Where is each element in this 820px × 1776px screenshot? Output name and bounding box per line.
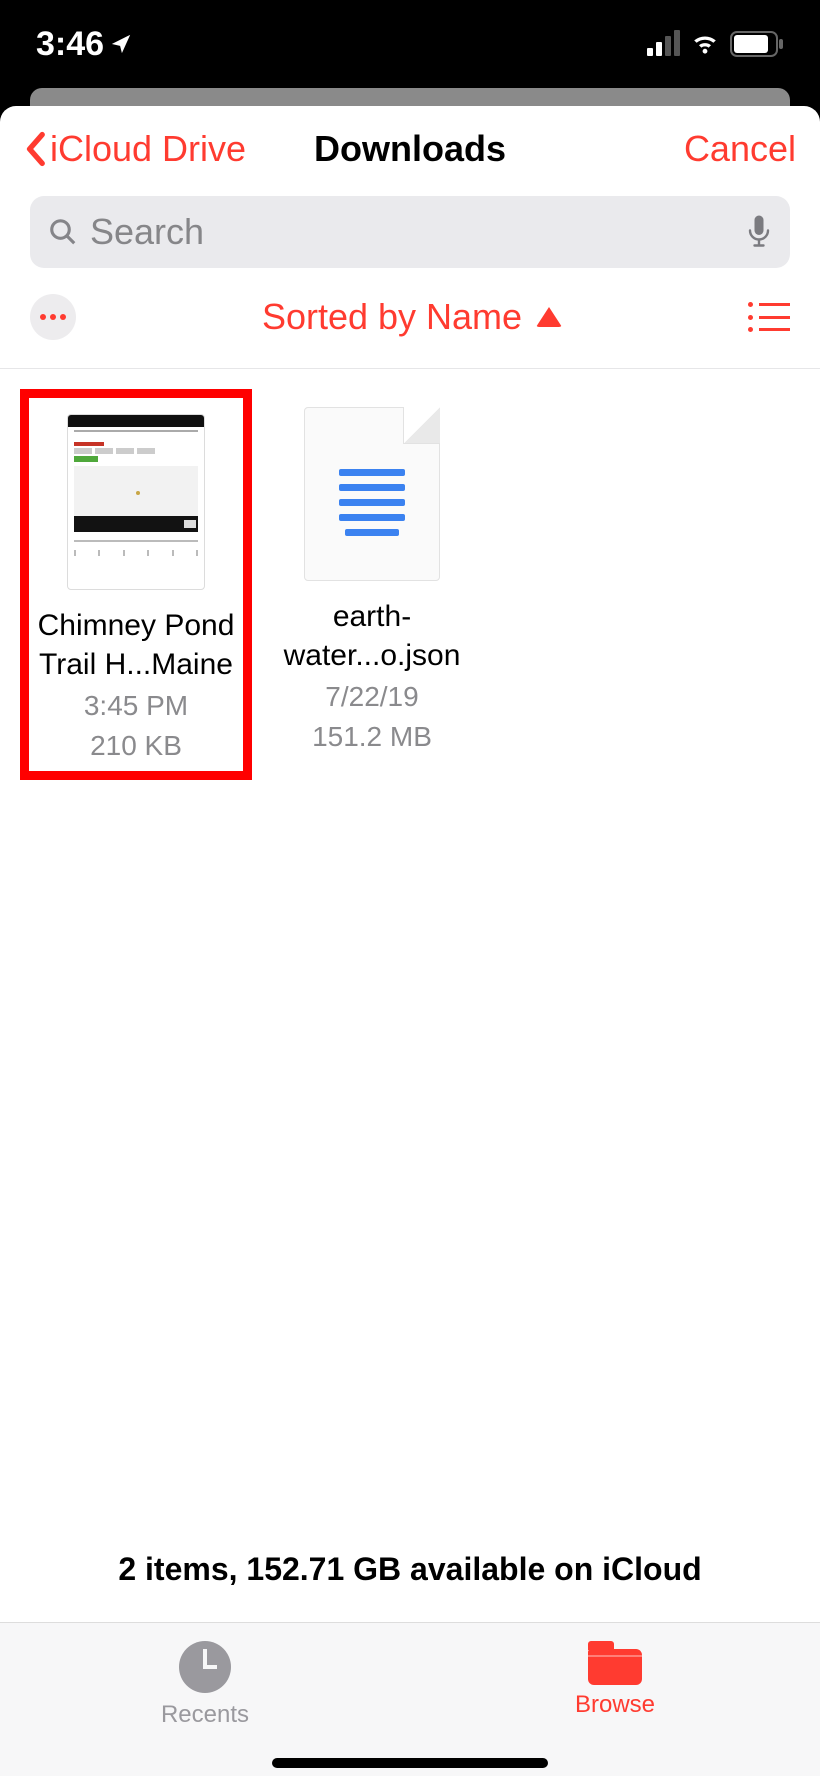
status-time: 3:46 — [36, 25, 132, 64]
file-grid: Chimney Pond Trail H...Maine 3:45 PM 210… — [0, 369, 820, 1525]
file-name: Chimney Pond Trail H...Maine — [35, 606, 237, 684]
search-icon — [48, 217, 78, 247]
status-bar: 3:46 — [0, 0, 820, 88]
file-thumbnail — [67, 414, 205, 590]
status-right — [647, 31, 784, 57]
sheet: iCloud Drive Downloads Cancel Search Sor… — [0, 106, 820, 1776]
tab-label: Recents — [161, 1701, 249, 1729]
background-card — [30, 88, 790, 106]
sort-label: Sorted by Name — [262, 296, 522, 338]
storage-summary: 2 items, 152.71 GB available on iCloud — [0, 1525, 820, 1622]
tab-label: Browse — [575, 1691, 655, 1719]
microphone-icon[interactable] — [746, 214, 772, 250]
list-view-button[interactable] — [748, 302, 790, 332]
back-button[interactable]: iCloud Drive — [24, 128, 246, 170]
nav-bar: iCloud Drive Downloads Cancel — [0, 106, 820, 188]
file-size: 151.2 MB — [262, 719, 482, 755]
location-icon — [110, 33, 132, 55]
file-item-earth-water[interactable]: earth-water...o.json 7/22/19 151.2 MB — [256, 389, 488, 762]
page-title: Downloads — [314, 128, 506, 170]
file-item-chimney-pond[interactable]: Chimney Pond Trail H...Maine 3:45 PM 210… — [20, 389, 252, 780]
time-text: 3:46 — [36, 25, 104, 64]
file-date: 7/22/19 — [262, 679, 482, 715]
folder-icon — [588, 1641, 642, 1683]
sort-ascending-icon — [536, 307, 562, 327]
file-name: earth-water...o.json — [262, 597, 482, 675]
tab-browse[interactable]: Browse — [410, 1623, 820, 1776]
sort-row: Sorted by Name — [0, 286, 820, 369]
chevron-left-icon — [24, 131, 46, 167]
search-placeholder: Search — [90, 211, 734, 253]
back-label: iCloud Drive — [50, 128, 246, 170]
file-size: 210 KB — [35, 728, 237, 764]
file-date: 3:45 PM — [35, 688, 237, 724]
sort-button[interactable]: Sorted by Name — [262, 296, 562, 338]
wifi-icon — [690, 32, 720, 56]
document-icon — [304, 407, 440, 581]
more-button[interactable] — [30, 294, 76, 340]
clock-icon — [179, 1641, 231, 1693]
home-indicator[interactable] — [272, 1758, 548, 1768]
search-bar[interactable]: Search — [30, 196, 790, 268]
cancel-button[interactable]: Cancel — [684, 128, 796, 170]
battery-icon — [730, 31, 784, 57]
signal-icon — [647, 32, 680, 56]
tab-bar: Recents Browse — [0, 1622, 820, 1776]
tab-recents[interactable]: Recents — [0, 1623, 410, 1776]
